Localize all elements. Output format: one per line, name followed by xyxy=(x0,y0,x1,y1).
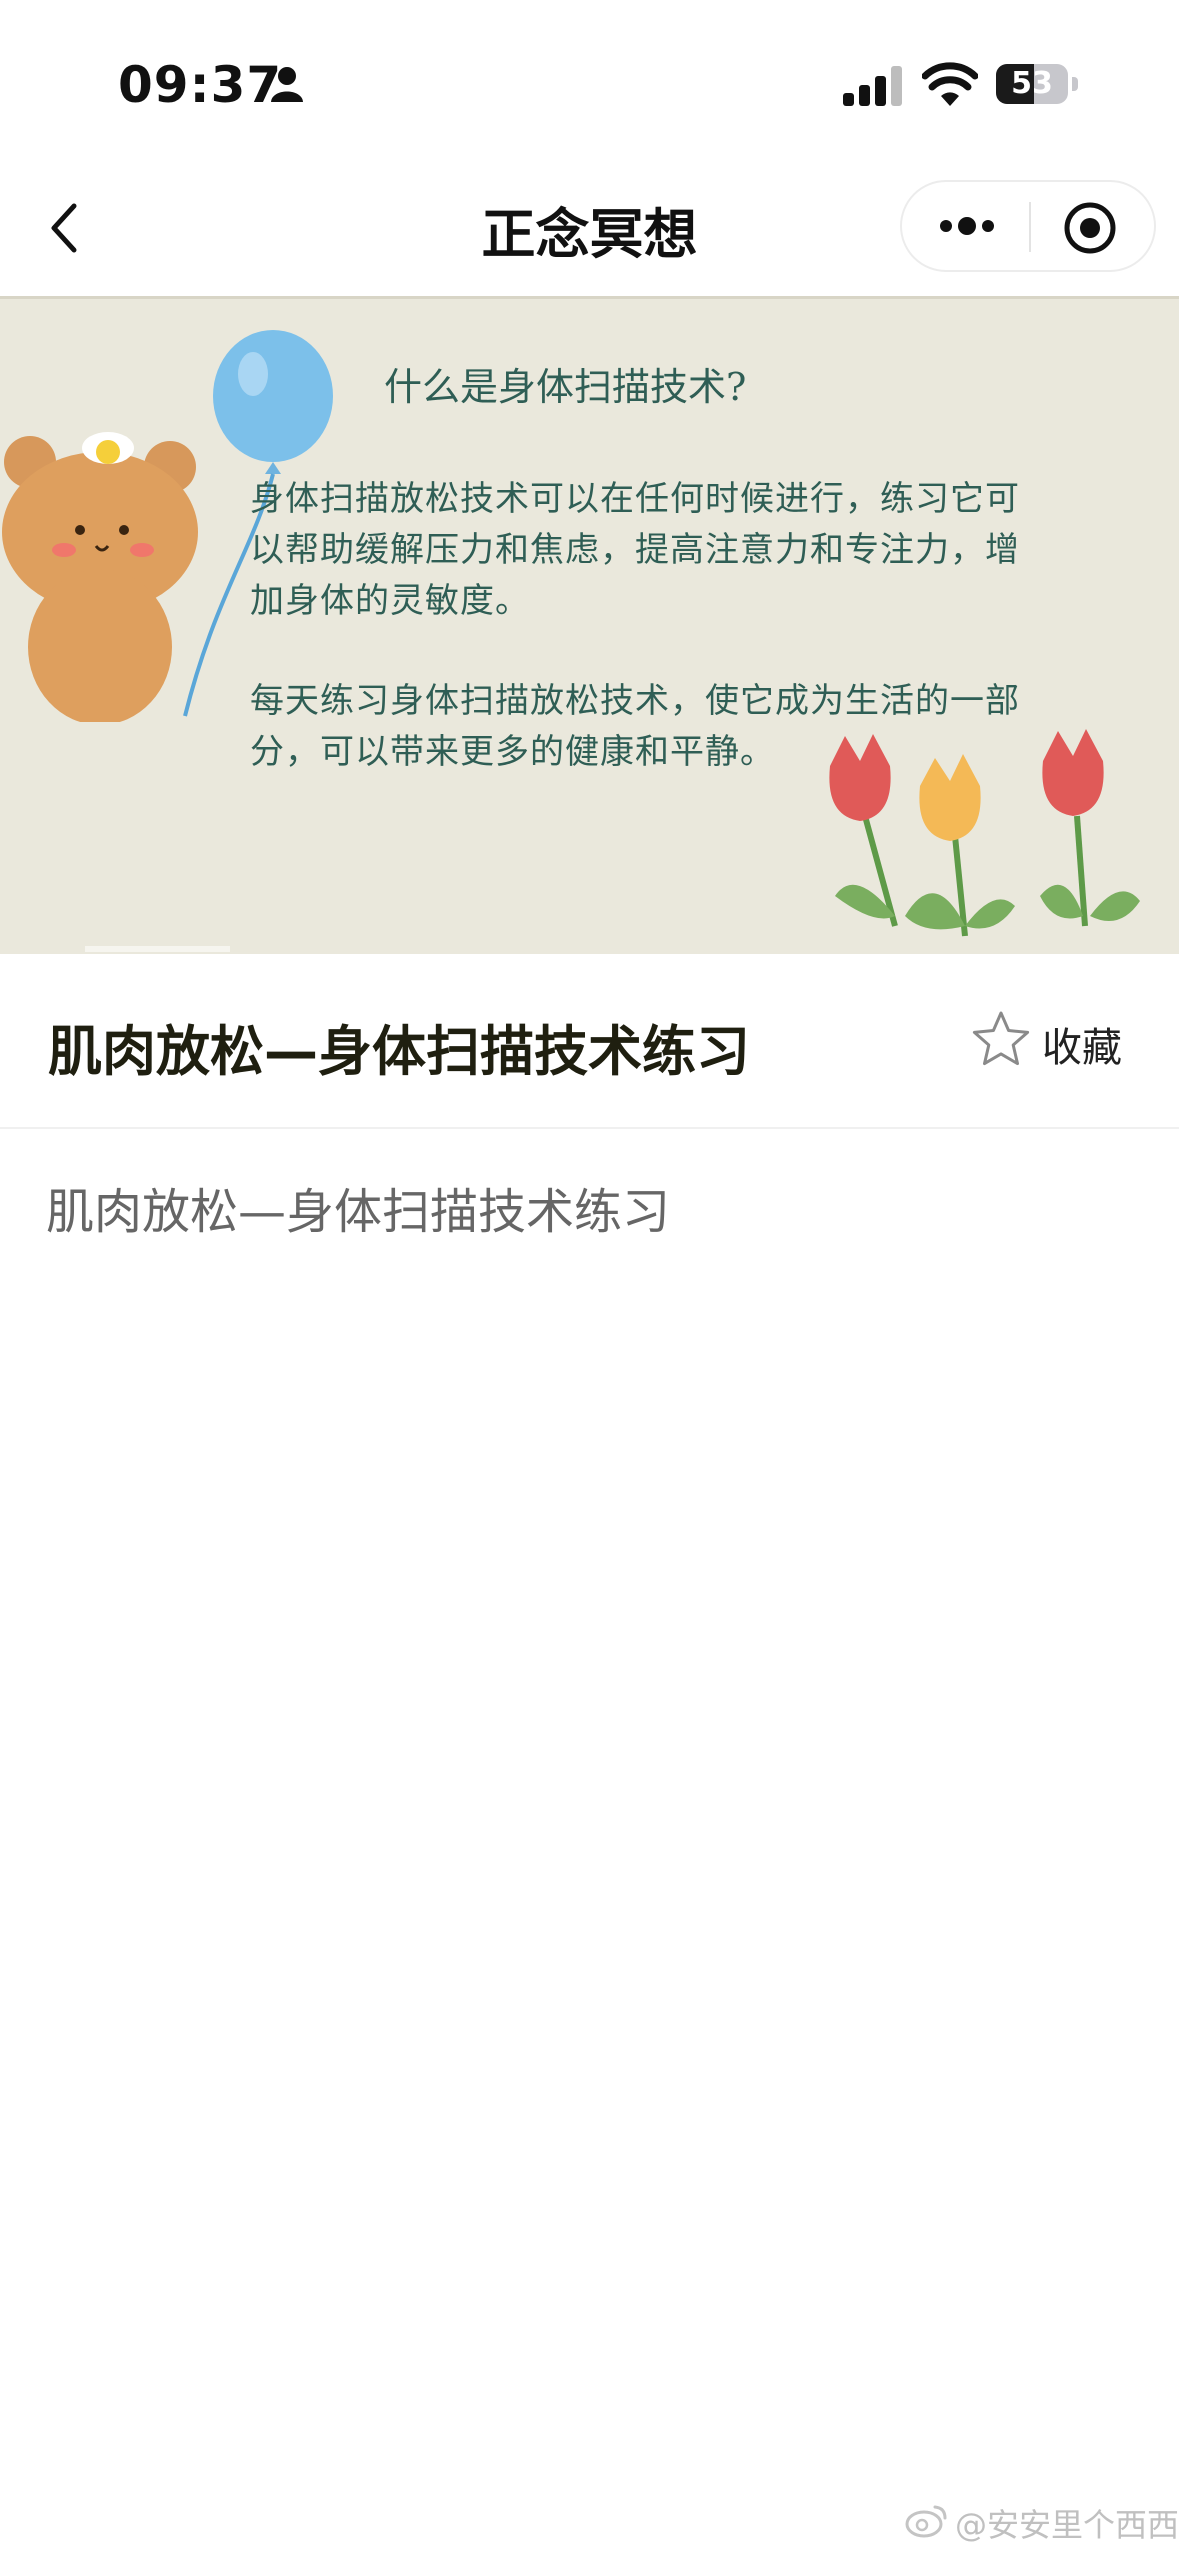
mini-program-capsule xyxy=(900,180,1156,272)
target-icon[interactable] xyxy=(1062,200,1118,256)
favorite-label: 收藏 xyxy=(1042,1025,1122,1071)
capsule-divider xyxy=(1029,202,1031,252)
signal-icon xyxy=(843,66,902,106)
article-header: 肌肉放松—身体扫描技术练习 收藏 xyxy=(0,955,1179,1129)
battery-level: 53 xyxy=(1011,66,1053,101)
more-icon[interactable] xyxy=(934,208,1000,244)
article-title: 肌肉放松—身体扫描技术练习 xyxy=(48,1020,750,1083)
watermark-text: @安安里个西西 xyxy=(955,2506,1179,2544)
banner-heading: 什么是身体扫描技术? xyxy=(384,365,747,409)
status-time: 09:37 xyxy=(118,56,283,114)
battery-icon: 53 xyxy=(996,64,1078,104)
nav-bar: 正念冥想 xyxy=(0,150,1179,295)
star-icon xyxy=(972,1011,1030,1066)
banner-image: 什么是身体扫描技术? 身体扫描放松技术可以在任何时候进行，练习它可以帮助缓解压力… xyxy=(0,296,1179,954)
watermark: @安安里个西西 xyxy=(905,2498,1179,2546)
status-bar: 09:37 53 xyxy=(0,0,1179,150)
article-content: 肌肉放松—身体扫描技术练习 xyxy=(46,1184,671,1240)
weibo-icon xyxy=(905,2505,947,2538)
banner-paragraph-1: 身体扫描放松技术可以在任何时候进行，练习它可以帮助缓解压力和焦虑，提高注意力和专… xyxy=(250,479,1020,621)
tulips-illustration xyxy=(829,729,1140,937)
bear-illustration xyxy=(2,432,198,722)
person-icon xyxy=(271,67,303,102)
wifi-icon xyxy=(922,62,978,106)
